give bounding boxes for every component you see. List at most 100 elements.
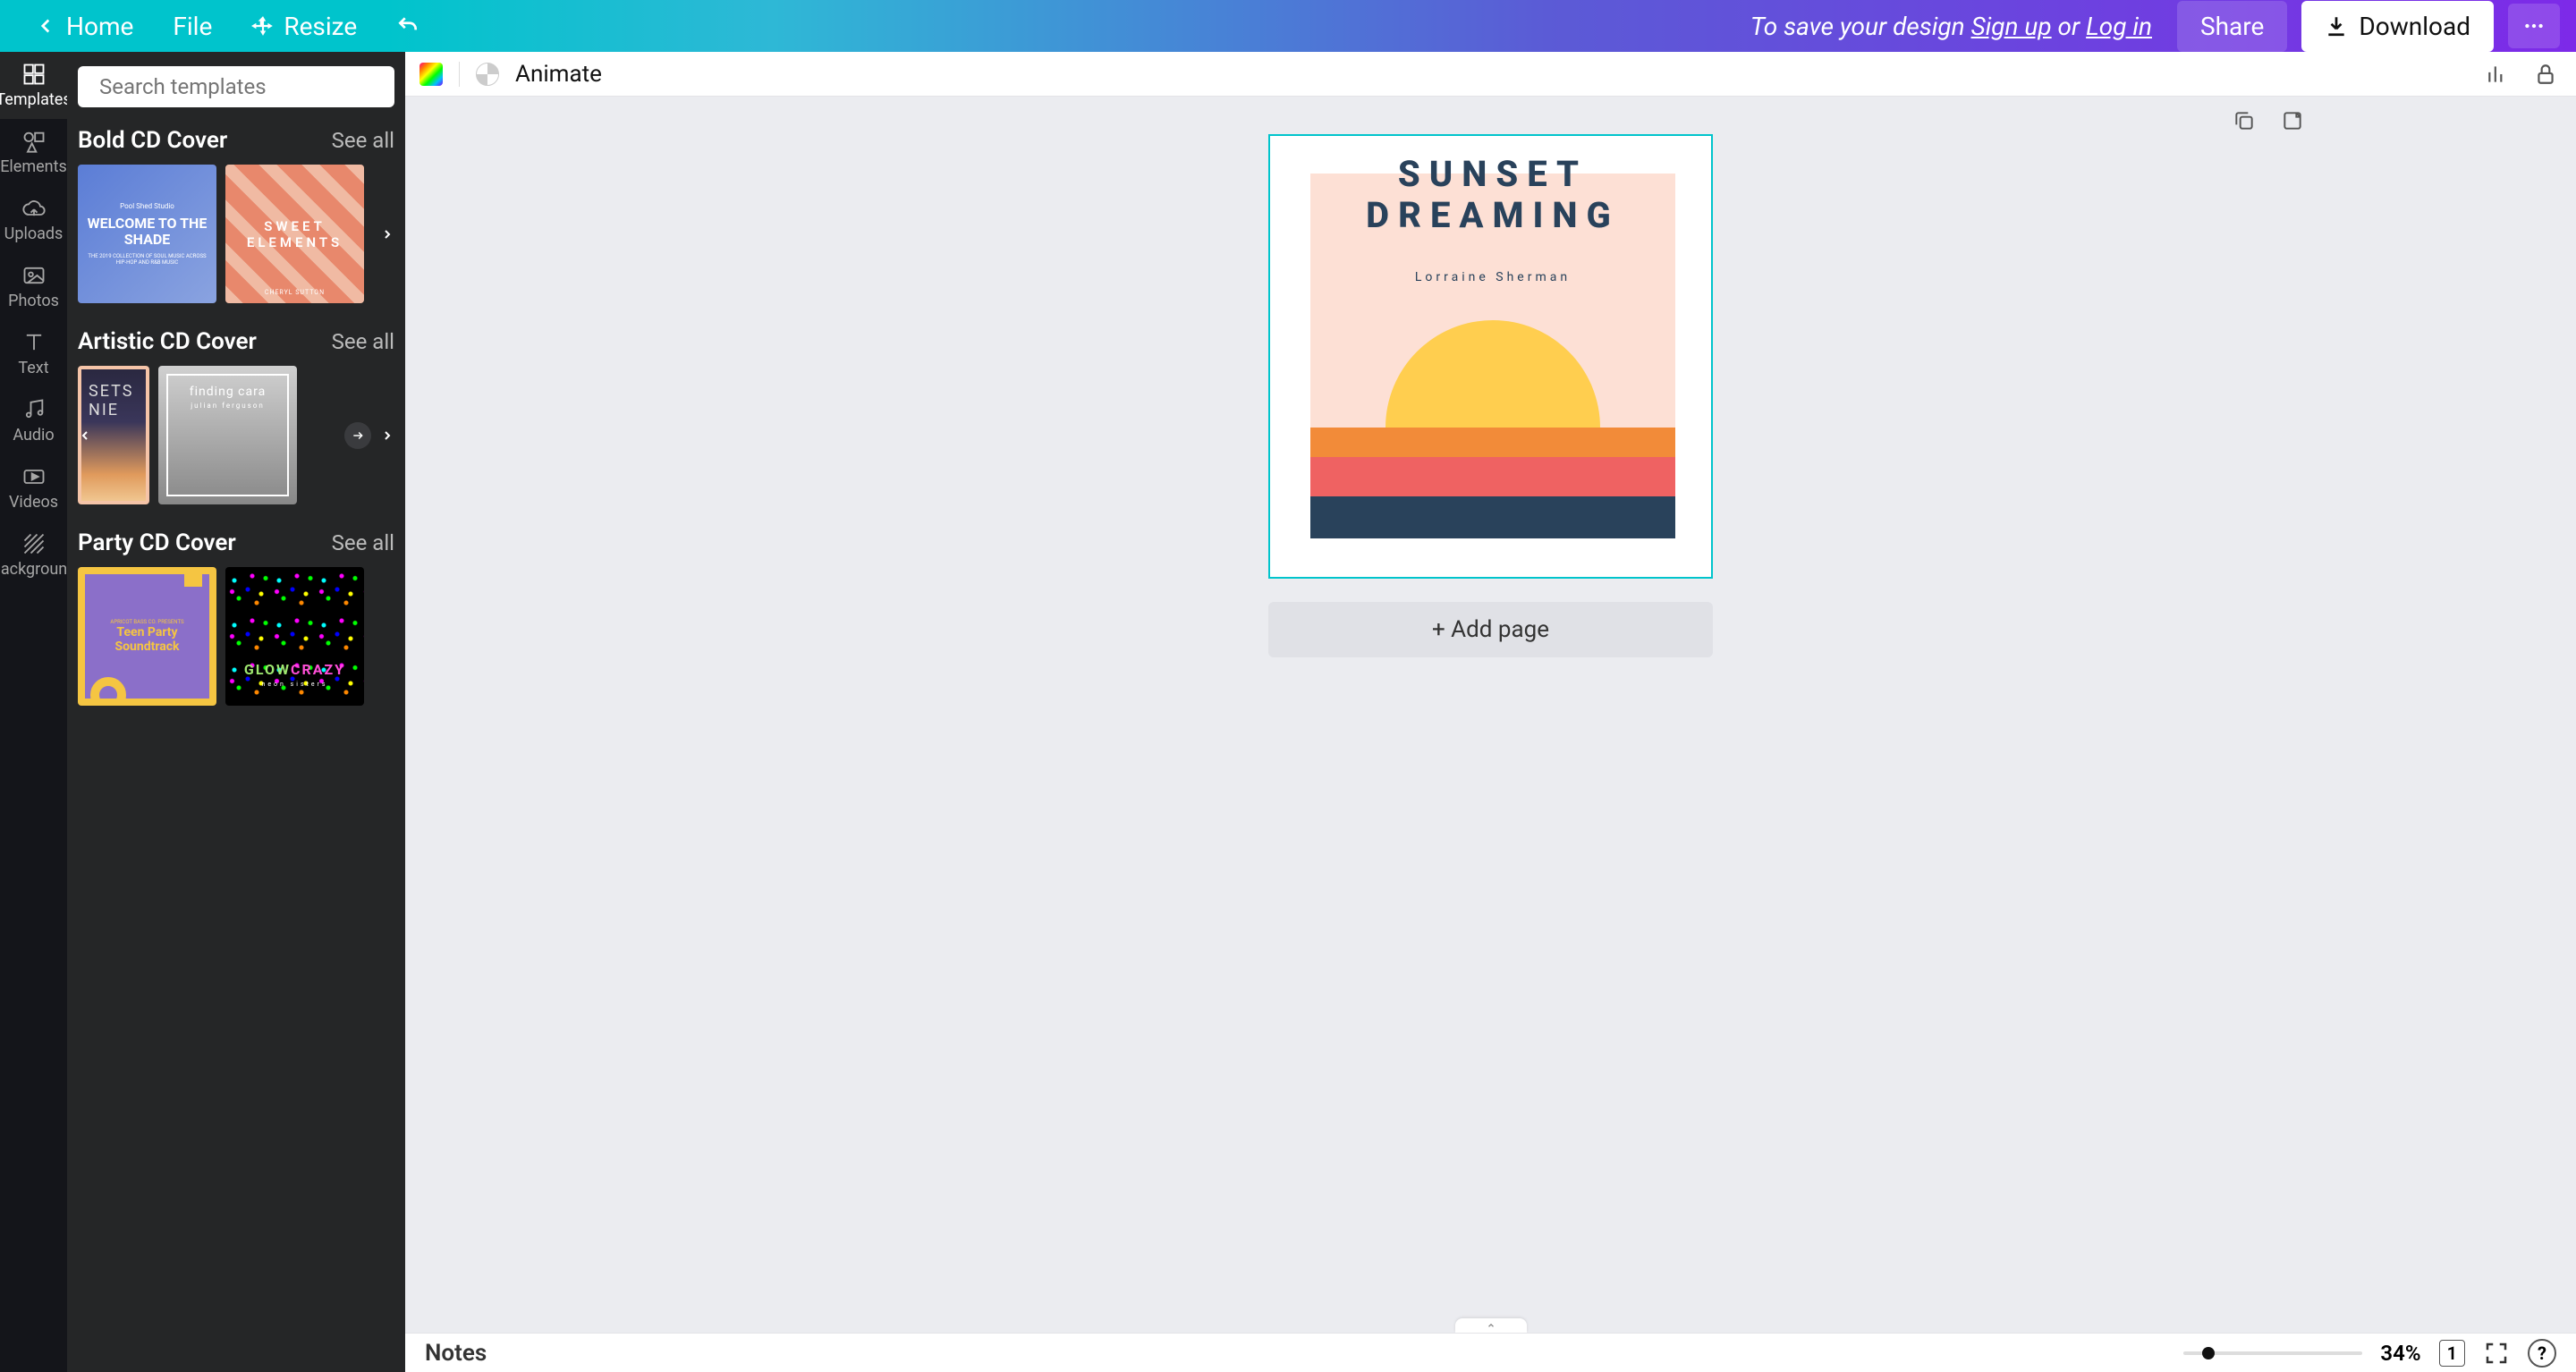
party-row: APRICOT BASS CO. PRESENTS Teen Party Sou… bbox=[78, 567, 394, 706]
section-artistic-head: Artistic CD Cover See all bbox=[78, 328, 394, 355]
expand-timeline-handle[interactable] bbox=[1455, 1318, 1527, 1333]
canvas-viewport[interactable]: SUNSET DREAMING Lorraine Sherman + Add p… bbox=[405, 97, 2576, 1333]
template-teen-party[interactable]: APRICOT BASS CO. PRESENTS Teen Party Sou… bbox=[78, 567, 216, 706]
title-line2: DREAMING bbox=[1310, 195, 1675, 236]
duplicate-icon bbox=[2233, 109, 2256, 132]
bottom-bar: Notes 34% 1 ? bbox=[405, 1333, 2576, 1372]
template-welcome-shade[interactable]: Pool Shed Studio WELCOME TO THE SHADE TH… bbox=[78, 165, 216, 303]
more-button[interactable] bbox=[2508, 4, 2560, 48]
videos-icon bbox=[21, 464, 47, 489]
stripe-navy[interactable] bbox=[1310, 496, 1675, 538]
artistic-next-arrow[interactable] bbox=[375, 418, 400, 453]
bold-next-arrow[interactable] bbox=[375, 216, 400, 252]
bar-chart-icon bbox=[2486, 63, 2509, 86]
t2-text: SWEET ELEMENTS bbox=[225, 165, 364, 303]
section-bold-head: Bold CD Cover See all bbox=[78, 127, 394, 154]
templates-icon bbox=[21, 62, 47, 87]
rail-templates[interactable]: Templates bbox=[0, 52, 67, 119]
home-button[interactable]: Home bbox=[16, 3, 151, 50]
t4-title: finding cara bbox=[190, 385, 266, 399]
signup-link[interactable]: Sign up bbox=[1971, 12, 2052, 41]
t4-sub: julian ferguson bbox=[191, 402, 265, 410]
see-all-party[interactable]: See all bbox=[332, 530, 394, 555]
t5-main: Teen Party Soundtrack bbox=[85, 625, 209, 654]
artistic-next-circle[interactable] bbox=[344, 422, 371, 449]
t6-w1: GLOW bbox=[244, 661, 291, 678]
artistic-prev-arrow[interactable] bbox=[72, 418, 97, 453]
photos-icon bbox=[21, 263, 47, 288]
text-icon bbox=[21, 330, 47, 355]
see-all-bold[interactable]: See all bbox=[332, 128, 394, 153]
section-bold-title: Bold CD Cover bbox=[78, 127, 227, 154]
chart-button[interactable] bbox=[2481, 58, 2513, 90]
main-layout: Templates Elements Uploads Photos Text A… bbox=[0, 52, 2576, 1372]
design-canvas[interactable]: SUNSET DREAMING Lorraine Sherman bbox=[1268, 134, 1713, 579]
stripe-orange[interactable] bbox=[1310, 428, 1675, 457]
rail-photos-label: Photos bbox=[8, 292, 59, 310]
design-artwork[interactable]: SUNSET DREAMING Lorraine Sherman bbox=[1310, 174, 1675, 538]
page-controls bbox=[2233, 109, 2308, 136]
stripe-red[interactable] bbox=[1310, 457, 1675, 496]
bold-row: Pool Shed Studio WELCOME TO THE SHADE TH… bbox=[78, 165, 394, 303]
rail-uploads[interactable]: Uploads bbox=[0, 186, 67, 253]
search-input[interactable] bbox=[90, 74, 386, 99]
add-page-button[interactable]: + Add page bbox=[1268, 602, 1713, 657]
fullscreen-icon[interactable] bbox=[2483, 1340, 2510, 1367]
lock-icon bbox=[2534, 63, 2557, 86]
help-button[interactable]: ? bbox=[2528, 1339, 2556, 1368]
rail-videos[interactable]: Videos bbox=[0, 454, 67, 521]
rail-background[interactable]: Background bbox=[0, 521, 67, 589]
t5-decor-square bbox=[184, 569, 202, 587]
sun-shape[interactable] bbox=[1385, 320, 1600, 428]
t4-inner: finding cara julian ferguson bbox=[166, 374, 288, 495]
download-button[interactable]: Download bbox=[2301, 1, 2494, 52]
chevron-left-icon bbox=[78, 428, 92, 443]
page-indicator[interactable]: 1 bbox=[2439, 1340, 2465, 1367]
resize-label: Resize bbox=[284, 12, 357, 41]
undo-button[interactable] bbox=[378, 5, 437, 47]
section-party-head: Party CD Cover See all bbox=[78, 529, 394, 556]
t6-text: GLOWCRAZY neon sisters bbox=[225, 661, 364, 688]
section-party-title: Party CD Cover bbox=[78, 529, 236, 556]
t5-inner: APRICOT BASS CO. PRESENTS Teen Party Sou… bbox=[85, 574, 209, 699]
rail-templates-label: Templates bbox=[0, 90, 72, 109]
animate-button[interactable]: Animate bbox=[515, 61, 602, 88]
new-page-icon bbox=[2281, 109, 2304, 132]
zoom-thumb[interactable] bbox=[2202, 1347, 2215, 1359]
zoom-slider[interactable] bbox=[2183, 1351, 2362, 1355]
template-glow-crazy[interactable]: GLOWCRAZY neon sisters bbox=[225, 567, 364, 706]
login-link[interactable]: Log in bbox=[2086, 12, 2152, 41]
share-button[interactable]: Share bbox=[2177, 1, 2287, 52]
rail-photos[interactable]: Photos bbox=[0, 253, 67, 320]
chevron-left-icon bbox=[34, 14, 57, 38]
share-label: Share bbox=[2200, 12, 2264, 41]
rail-audio[interactable]: Audio bbox=[0, 387, 67, 454]
template-finding-cara[interactable]: finding cara julian ferguson bbox=[158, 366, 297, 504]
zoom-percent[interactable]: 34% bbox=[2380, 1341, 2420, 1366]
resize-button[interactable]: Resize bbox=[233, 3, 375, 50]
top-toolbar: Home File Resize To save your design Sig… bbox=[0, 0, 2576, 52]
t5-small: APRICOT BASS CO. PRESENTS bbox=[110, 619, 183, 625]
notes-button[interactable]: Notes bbox=[425, 1340, 487, 1367]
chevron-right-icon bbox=[380, 227, 394, 241]
t6-w2: CRAZY bbox=[291, 661, 345, 678]
color-picker-button[interactable] bbox=[419, 63, 443, 86]
see-all-artistic[interactable]: See all bbox=[332, 329, 394, 354]
design-title[interactable]: SUNSET DREAMING bbox=[1310, 154, 1675, 236]
duplicate-page-button[interactable] bbox=[2233, 109, 2259, 136]
rail-elements[interactable]: Elements bbox=[0, 119, 67, 186]
divider bbox=[459, 62, 460, 87]
design-artist[interactable]: Lorraine Sherman bbox=[1310, 270, 1675, 284]
chevron-right-icon bbox=[380, 428, 394, 443]
file-button[interactable]: File bbox=[155, 3, 230, 50]
t3-line1: SETS bbox=[89, 382, 133, 401]
search-bar[interactable] bbox=[78, 66, 394, 107]
topbar-left-group: Home File Resize bbox=[16, 3, 437, 50]
t6-sub: neon sisters bbox=[225, 681, 364, 688]
lock-button[interactable] bbox=[2529, 58, 2562, 90]
save-prompt: To save your design Sign up or Log in bbox=[1750, 12, 2152, 41]
rail-text[interactable]: Text bbox=[0, 320, 67, 387]
transparency-button[interactable] bbox=[476, 63, 499, 86]
new-page-button[interactable] bbox=[2281, 109, 2308, 136]
template-sweet-elements[interactable]: SWEET ELEMENTS CHERYL SUTTON bbox=[225, 165, 364, 303]
